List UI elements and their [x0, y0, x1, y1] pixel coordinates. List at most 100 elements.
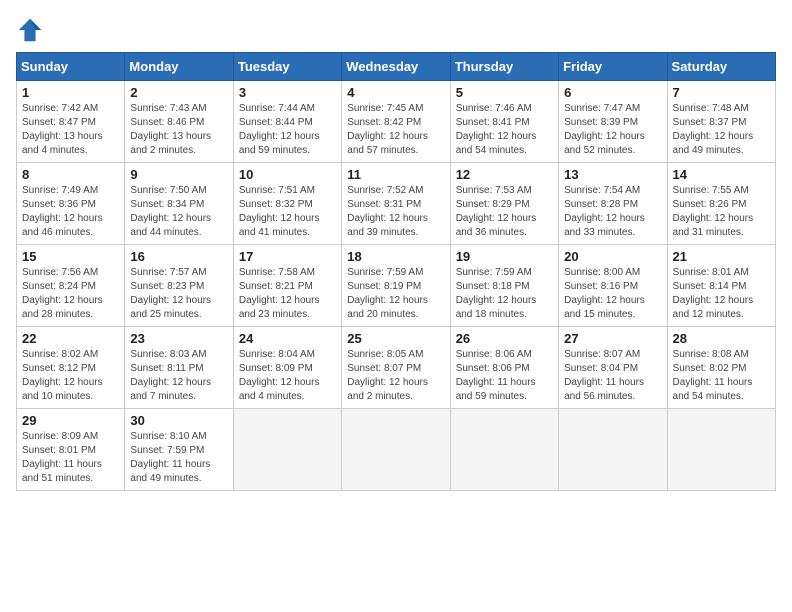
calendar-week-row: 29 Sunrise: 8:09 AMSunset: 8:01 PMDaylig… [17, 409, 776, 491]
calendar-cell [667, 409, 775, 491]
day-number: 20 [564, 249, 661, 264]
day-info: Sunrise: 7:55 AMSunset: 8:26 PMDaylight:… [673, 185, 754, 238]
day-number: 10 [239, 167, 336, 182]
calendar-cell: 15 Sunrise: 7:56 AMSunset: 8:24 PMDaylig… [17, 245, 125, 327]
day-info: Sunrise: 8:01 AMSunset: 8:14 PMDaylight:… [673, 267, 754, 320]
calendar-cell [559, 409, 667, 491]
day-number: 26 [456, 331, 553, 346]
calendar-cell: 5 Sunrise: 7:46 AMSunset: 8:41 PMDayligh… [450, 81, 558, 163]
logo-icon [16, 16, 44, 44]
calendar-cell: 21 Sunrise: 8:01 AMSunset: 8:14 PMDaylig… [667, 245, 775, 327]
calendar-cell: 19 Sunrise: 7:59 AMSunset: 8:18 PMDaylig… [450, 245, 558, 327]
calendar-cell: 1 Sunrise: 7:42 AMSunset: 8:47 PMDayligh… [17, 81, 125, 163]
calendar-cell [450, 409, 558, 491]
weekday-header-monday: Monday [125, 53, 233, 81]
day-info: Sunrise: 7:43 AMSunset: 8:46 PMDaylight:… [130, 103, 211, 156]
day-number: 24 [239, 331, 336, 346]
calendar-week-row: 22 Sunrise: 8:02 AMSunset: 8:12 PMDaylig… [17, 327, 776, 409]
logo [16, 16, 48, 44]
day-number: 22 [22, 331, 119, 346]
weekday-header-wednesday: Wednesday [342, 53, 450, 81]
weekday-header-tuesday: Tuesday [233, 53, 341, 81]
day-info: Sunrise: 8:10 AMSunset: 7:59 PMDaylight:… [130, 431, 210, 484]
day-number: 28 [673, 331, 770, 346]
day-number: 30 [130, 413, 227, 428]
day-number: 23 [130, 331, 227, 346]
day-number: 19 [456, 249, 553, 264]
calendar-cell: 7 Sunrise: 7:48 AMSunset: 8:37 PMDayligh… [667, 81, 775, 163]
day-number: 21 [673, 249, 770, 264]
day-number: 25 [347, 331, 444, 346]
day-info: Sunrise: 8:02 AMSunset: 8:12 PMDaylight:… [22, 349, 103, 402]
day-number: 8 [22, 167, 119, 182]
calendar-cell: 14 Sunrise: 7:55 AMSunset: 8:26 PMDaylig… [667, 163, 775, 245]
day-info: Sunrise: 7:49 AMSunset: 8:36 PMDaylight:… [22, 185, 103, 238]
day-info: Sunrise: 8:00 AMSunset: 8:16 PMDaylight:… [564, 267, 645, 320]
day-info: Sunrise: 7:45 AMSunset: 8:42 PMDaylight:… [347, 103, 428, 156]
day-number: 16 [130, 249, 227, 264]
day-number: 9 [130, 167, 227, 182]
calendar-cell: 9 Sunrise: 7:50 AMSunset: 8:34 PMDayligh… [125, 163, 233, 245]
day-number: 3 [239, 85, 336, 100]
day-number: 13 [564, 167, 661, 182]
day-number: 29 [22, 413, 119, 428]
weekday-header-friday: Friday [559, 53, 667, 81]
day-info: Sunrise: 7:58 AMSunset: 8:21 PMDaylight:… [239, 267, 320, 320]
day-info: Sunrise: 8:03 AMSunset: 8:11 PMDaylight:… [130, 349, 211, 402]
calendar-cell: 13 Sunrise: 7:54 AMSunset: 8:28 PMDaylig… [559, 163, 667, 245]
calendar-cell: 6 Sunrise: 7:47 AMSunset: 8:39 PMDayligh… [559, 81, 667, 163]
weekday-header-saturday: Saturday [667, 53, 775, 81]
calendar-cell: 10 Sunrise: 7:51 AMSunset: 8:32 PMDaylig… [233, 163, 341, 245]
calendar-cell: 22 Sunrise: 8:02 AMSunset: 8:12 PMDaylig… [17, 327, 125, 409]
day-number: 12 [456, 167, 553, 182]
day-number: 5 [456, 85, 553, 100]
calendar-cell: 25 Sunrise: 8:05 AMSunset: 8:07 PMDaylig… [342, 327, 450, 409]
calendar-cell: 16 Sunrise: 7:57 AMSunset: 8:23 PMDaylig… [125, 245, 233, 327]
calendar-cell: 4 Sunrise: 7:45 AMSunset: 8:42 PMDayligh… [342, 81, 450, 163]
calendar-week-row: 1 Sunrise: 7:42 AMSunset: 8:47 PMDayligh… [17, 81, 776, 163]
calendar-cell: 20 Sunrise: 8:00 AMSunset: 8:16 PMDaylig… [559, 245, 667, 327]
calendar-cell: 27 Sunrise: 8:07 AMSunset: 8:04 PMDaylig… [559, 327, 667, 409]
day-info: Sunrise: 7:56 AMSunset: 8:24 PMDaylight:… [22, 267, 103, 320]
calendar-cell: 29 Sunrise: 8:09 AMSunset: 8:01 PMDaylig… [17, 409, 125, 491]
calendar-cell: 17 Sunrise: 7:58 AMSunset: 8:21 PMDaylig… [233, 245, 341, 327]
calendar-cell [342, 409, 450, 491]
day-info: Sunrise: 7:59 AMSunset: 8:18 PMDaylight:… [456, 267, 537, 320]
calendar-cell: 11 Sunrise: 7:52 AMSunset: 8:31 PMDaylig… [342, 163, 450, 245]
day-info: Sunrise: 8:06 AMSunset: 8:06 PMDaylight:… [456, 349, 536, 402]
day-info: Sunrise: 8:08 AMSunset: 8:02 PMDaylight:… [673, 349, 753, 402]
calendar-cell: 12 Sunrise: 7:53 AMSunset: 8:29 PMDaylig… [450, 163, 558, 245]
calendar-cell: 2 Sunrise: 7:43 AMSunset: 8:46 PMDayligh… [125, 81, 233, 163]
day-info: Sunrise: 7:54 AMSunset: 8:28 PMDaylight:… [564, 185, 645, 238]
day-info: Sunrise: 7:42 AMSunset: 8:47 PMDaylight:… [22, 103, 103, 156]
day-number: 27 [564, 331, 661, 346]
day-info: Sunrise: 7:51 AMSunset: 8:32 PMDaylight:… [239, 185, 320, 238]
day-info: Sunrise: 7:59 AMSunset: 8:19 PMDaylight:… [347, 267, 428, 320]
day-number: 1 [22, 85, 119, 100]
day-info: Sunrise: 8:05 AMSunset: 8:07 PMDaylight:… [347, 349, 428, 402]
day-info: Sunrise: 8:04 AMSunset: 8:09 PMDaylight:… [239, 349, 320, 402]
calendar-cell: 28 Sunrise: 8:08 AMSunset: 8:02 PMDaylig… [667, 327, 775, 409]
day-number: 6 [564, 85, 661, 100]
day-info: Sunrise: 7:52 AMSunset: 8:31 PMDaylight:… [347, 185, 428, 238]
page-header [16, 16, 776, 44]
weekday-header-row: SundayMondayTuesdayWednesdayThursdayFrid… [17, 53, 776, 81]
day-number: 18 [347, 249, 444, 264]
day-info: Sunrise: 7:57 AMSunset: 8:23 PMDaylight:… [130, 267, 211, 320]
calendar-cell: 26 Sunrise: 8:06 AMSunset: 8:06 PMDaylig… [450, 327, 558, 409]
calendar-table: SundayMondayTuesdayWednesdayThursdayFrid… [16, 52, 776, 491]
calendar-cell: 23 Sunrise: 8:03 AMSunset: 8:11 PMDaylig… [125, 327, 233, 409]
day-info: Sunrise: 7:47 AMSunset: 8:39 PMDaylight:… [564, 103, 645, 156]
day-info: Sunrise: 7:46 AMSunset: 8:41 PMDaylight:… [456, 103, 537, 156]
day-info: Sunrise: 7:48 AMSunset: 8:37 PMDaylight:… [673, 103, 754, 156]
calendar-cell: 18 Sunrise: 7:59 AMSunset: 8:19 PMDaylig… [342, 245, 450, 327]
day-number: 7 [673, 85, 770, 100]
calendar-week-row: 15 Sunrise: 7:56 AMSunset: 8:24 PMDaylig… [17, 245, 776, 327]
calendar-cell: 30 Sunrise: 8:10 AMSunset: 7:59 PMDaylig… [125, 409, 233, 491]
calendar-cell: 8 Sunrise: 7:49 AMSunset: 8:36 PMDayligh… [17, 163, 125, 245]
day-info: Sunrise: 7:50 AMSunset: 8:34 PMDaylight:… [130, 185, 211, 238]
day-number: 4 [347, 85, 444, 100]
day-info: Sunrise: 8:09 AMSunset: 8:01 PMDaylight:… [22, 431, 102, 484]
day-info: Sunrise: 7:53 AMSunset: 8:29 PMDaylight:… [456, 185, 537, 238]
weekday-header-sunday: Sunday [17, 53, 125, 81]
